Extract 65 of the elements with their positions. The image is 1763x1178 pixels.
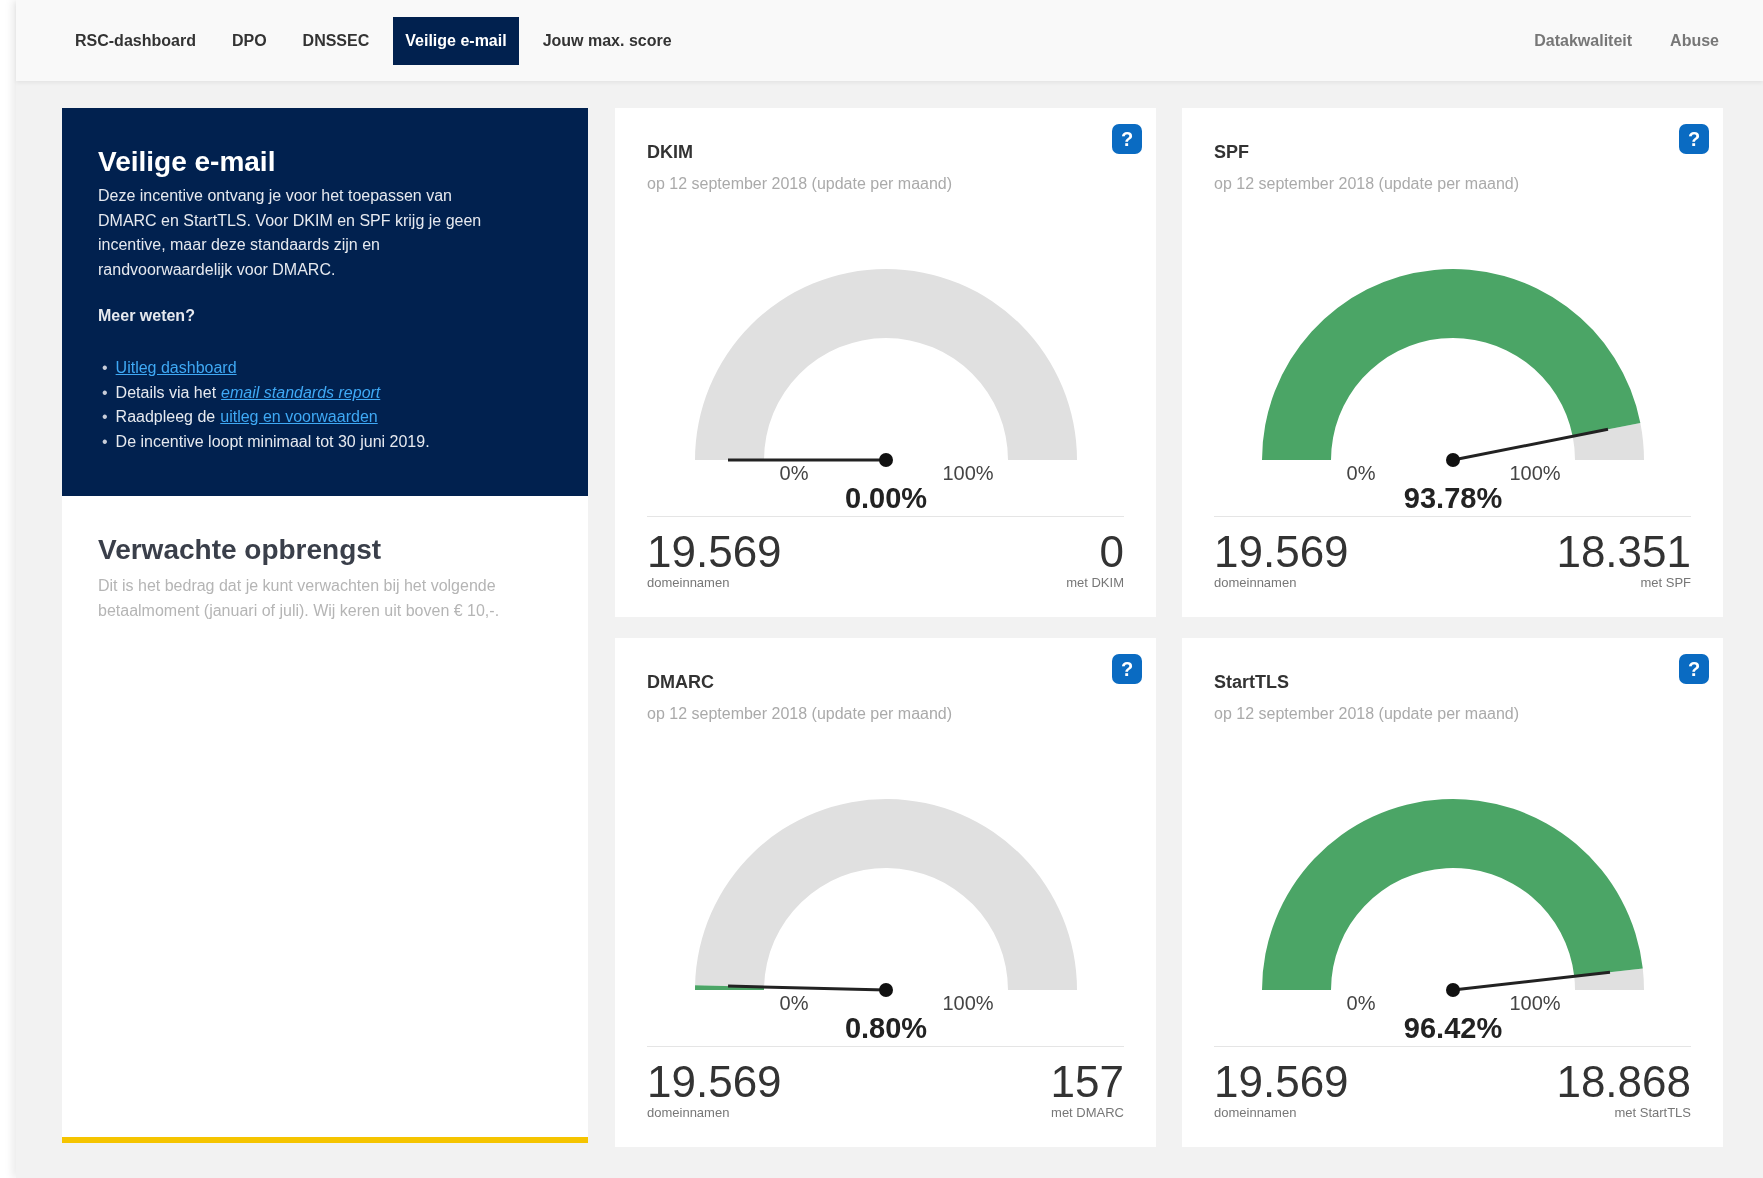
nav-link[interactable]: Datakwaliteit (1530, 28, 1637, 53)
nav-link[interactable]: Abuse (1666, 28, 1723, 53)
gauge-value: 93.78% (1403, 482, 1502, 514)
count-label: domeinnamen (1214, 575, 1297, 591)
bullet-icon: • (102, 356, 108, 381)
card-subtitle: op 12 september 2018 (update per maand) (647, 174, 954, 194)
count-label: domeinnamen (1214, 1105, 1297, 1121)
panel-title: Veilige e-mail (98, 145, 277, 179)
help-button[interactable]: ? (1112, 124, 1142, 154)
nav-tab[interactable]: DNSSEC (290, 16, 382, 65)
count-label: met SPF (1640, 575, 1691, 591)
total-count: 19.569 (1214, 1059, 1349, 1105)
gauge-track (1573, 968, 1644, 990)
nav-tab[interactable]: Veilige e-mail (393, 16, 519, 65)
card-title: SPF (1214, 141, 1250, 164)
max-label: 100% (941, 992, 994, 1014)
card-title: DKIM (647, 141, 694, 164)
metric-count: 18.351 (1556, 529, 1691, 575)
count-label: met StartTLS (1614, 1105, 1691, 1121)
count-label: domeinnamen (647, 1105, 730, 1121)
panel-subheading: Meer weten? (98, 306, 196, 326)
max-label: 100% (1508, 992, 1561, 1014)
gauge-value: 96.42% (1403, 1012, 1502, 1044)
nav-tab[interactable]: RSC-dashboard (63, 16, 208, 65)
gauge-track (1572, 422, 1644, 460)
count-label: domeinnamen (647, 575, 730, 591)
section-description: Dit is het bedrag dat je kunt verwachten bij het volgende betaalmoment (januari of juli). Wij keren uit boven € 10,-. (98, 576, 501, 621)
nav-tab[interactable]: Jouw max. score (530, 16, 684, 65)
nav-tab[interactable]: DPO (219, 16, 279, 65)
metric-count: 18.868 (1556, 1059, 1691, 1105)
panel-description: Deze incentive ontvang je voor het toepassen van DMARC en StartTLS. Voor DKIM en SPF krijg je geen incentive, maar deze standaards zijn en randvoorwaardelijk voor DMARC. (98, 186, 483, 280)
count-label: met DMARC (1051, 1105, 1124, 1121)
link[interactable]: email standards report (221, 380, 381, 405)
bullet-icon: • (102, 429, 108, 454)
metric-count: 157 (1050, 1059, 1124, 1105)
bullet-text: Details via het (115, 382, 217, 403)
card-subtitle: op 12 september 2018 (update per maand) (1214, 704, 1521, 724)
min-label: 0% (1346, 992, 1375, 1014)
help-button[interactable]: ? (1112, 654, 1142, 684)
bullet-text: Raadpleeg de (115, 407, 216, 427)
gauge-fill (694, 985, 764, 990)
metric-count: 0 (1099, 529, 1124, 575)
section-title: Verwachte opbrengst (98, 533, 383, 567)
max-label: 100% (941, 462, 994, 484)
link[interactable]: Uitleg dashboard (115, 356, 237, 381)
count-label: met DKIM (1066, 575, 1124, 591)
max-label: 100% (1508, 462, 1561, 484)
bullet-text: De incentive loopt minimaal tot 30 juni 2019. (115, 431, 430, 452)
bullet-icon: • (102, 380, 108, 405)
min-label: 0% (779, 992, 808, 1014)
card-title: StartTLS (1214, 671, 1290, 694)
help-button[interactable]: ? (1679, 654, 1709, 684)
card-subtitle: op 12 september 2018 (update per maand) (647, 704, 954, 724)
help-button[interactable]: ? (1679, 124, 1709, 154)
gauge-value: 0.00% (844, 482, 927, 514)
min-label: 0% (779, 462, 808, 484)
total-count: 19.569 (1214, 529, 1349, 575)
card-subtitle: op 12 september 2018 (update per maand) (1214, 174, 1521, 194)
link[interactable]: uitleg en voorwaarden (220, 405, 378, 430)
total-count: 19.569 (647, 1059, 782, 1105)
total-count: 19.569 (647, 529, 782, 575)
card-title: DMARC (647, 671, 715, 694)
min-label: 0% (1346, 462, 1375, 484)
bullet-icon: • (102, 405, 108, 430)
gauge-value: 0.80% (844, 1012, 927, 1044)
